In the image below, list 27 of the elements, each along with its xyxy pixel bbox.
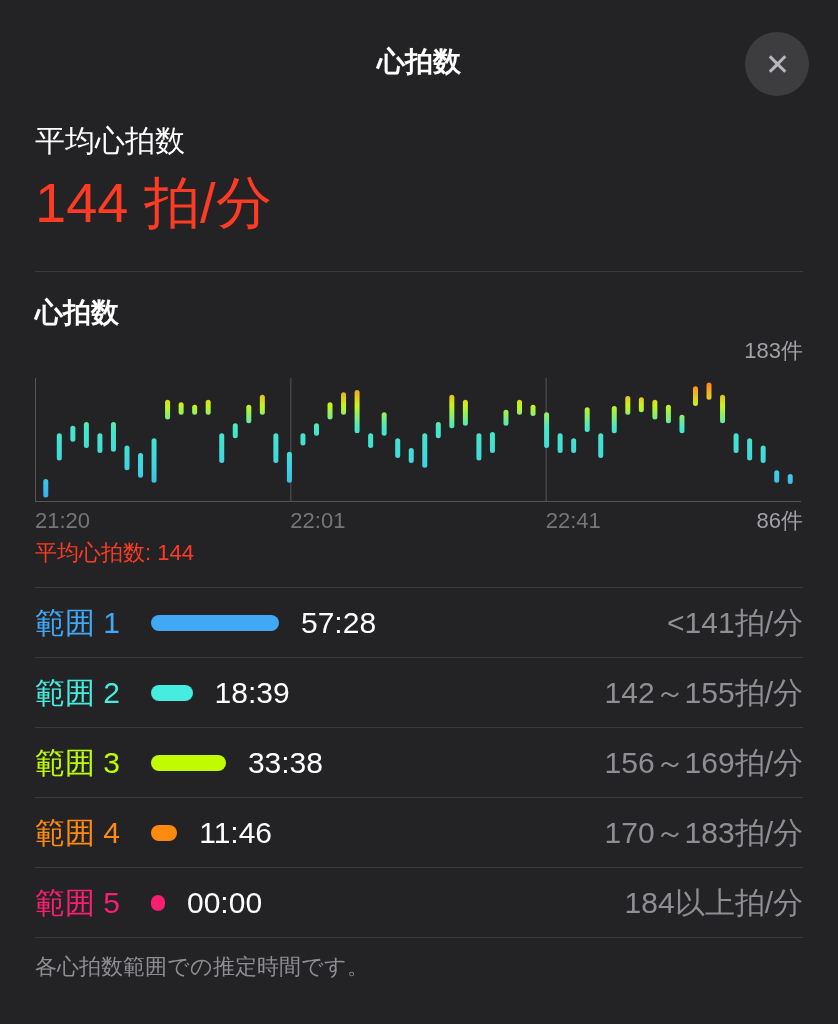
zone-range: 142～155拍/分 xyxy=(604,675,803,711)
zone-label: 範囲 1 xyxy=(35,605,122,641)
zone-range: <141拍/分 xyxy=(667,605,803,641)
section-title: 心拍数 xyxy=(35,296,120,330)
average-value: 144 拍/分 xyxy=(35,175,273,231)
footnote: 各心拍数範囲での推定時間です。 xyxy=(35,953,370,981)
close-button[interactable]: ✕ xyxy=(745,32,809,96)
zone-range: 170～183拍/分 xyxy=(604,815,803,851)
zone-time: 33:38 xyxy=(247,745,323,781)
zone-label: 範囲 2 xyxy=(35,675,122,711)
axis-label: 22:01 xyxy=(290,508,346,534)
axis-label: 22:41 xyxy=(545,508,601,534)
axis-label: 21:20 xyxy=(35,508,91,534)
zone-time: 18:39 xyxy=(214,675,290,711)
average-marker-label: 平均心拍数: 144 xyxy=(35,536,803,588)
zone-time: 00:00 xyxy=(187,885,263,921)
zone-range: 156～169拍/分 xyxy=(604,745,803,781)
zone-label: 範囲 3 xyxy=(35,745,122,781)
zone-time: 57:28 xyxy=(301,605,377,641)
zone-label: 範囲 4 xyxy=(35,815,122,851)
window-title: 心拍数 xyxy=(377,45,461,79)
axis-label: 183件 xyxy=(744,338,803,364)
zone-range: 184以上拍/分 xyxy=(624,885,803,921)
zone-label: 範囲 5 xyxy=(35,885,122,921)
zone-time: 11:46 xyxy=(199,815,273,851)
average-label: 平均心拍数 xyxy=(35,123,186,159)
axis-label: 86件 xyxy=(756,508,803,534)
